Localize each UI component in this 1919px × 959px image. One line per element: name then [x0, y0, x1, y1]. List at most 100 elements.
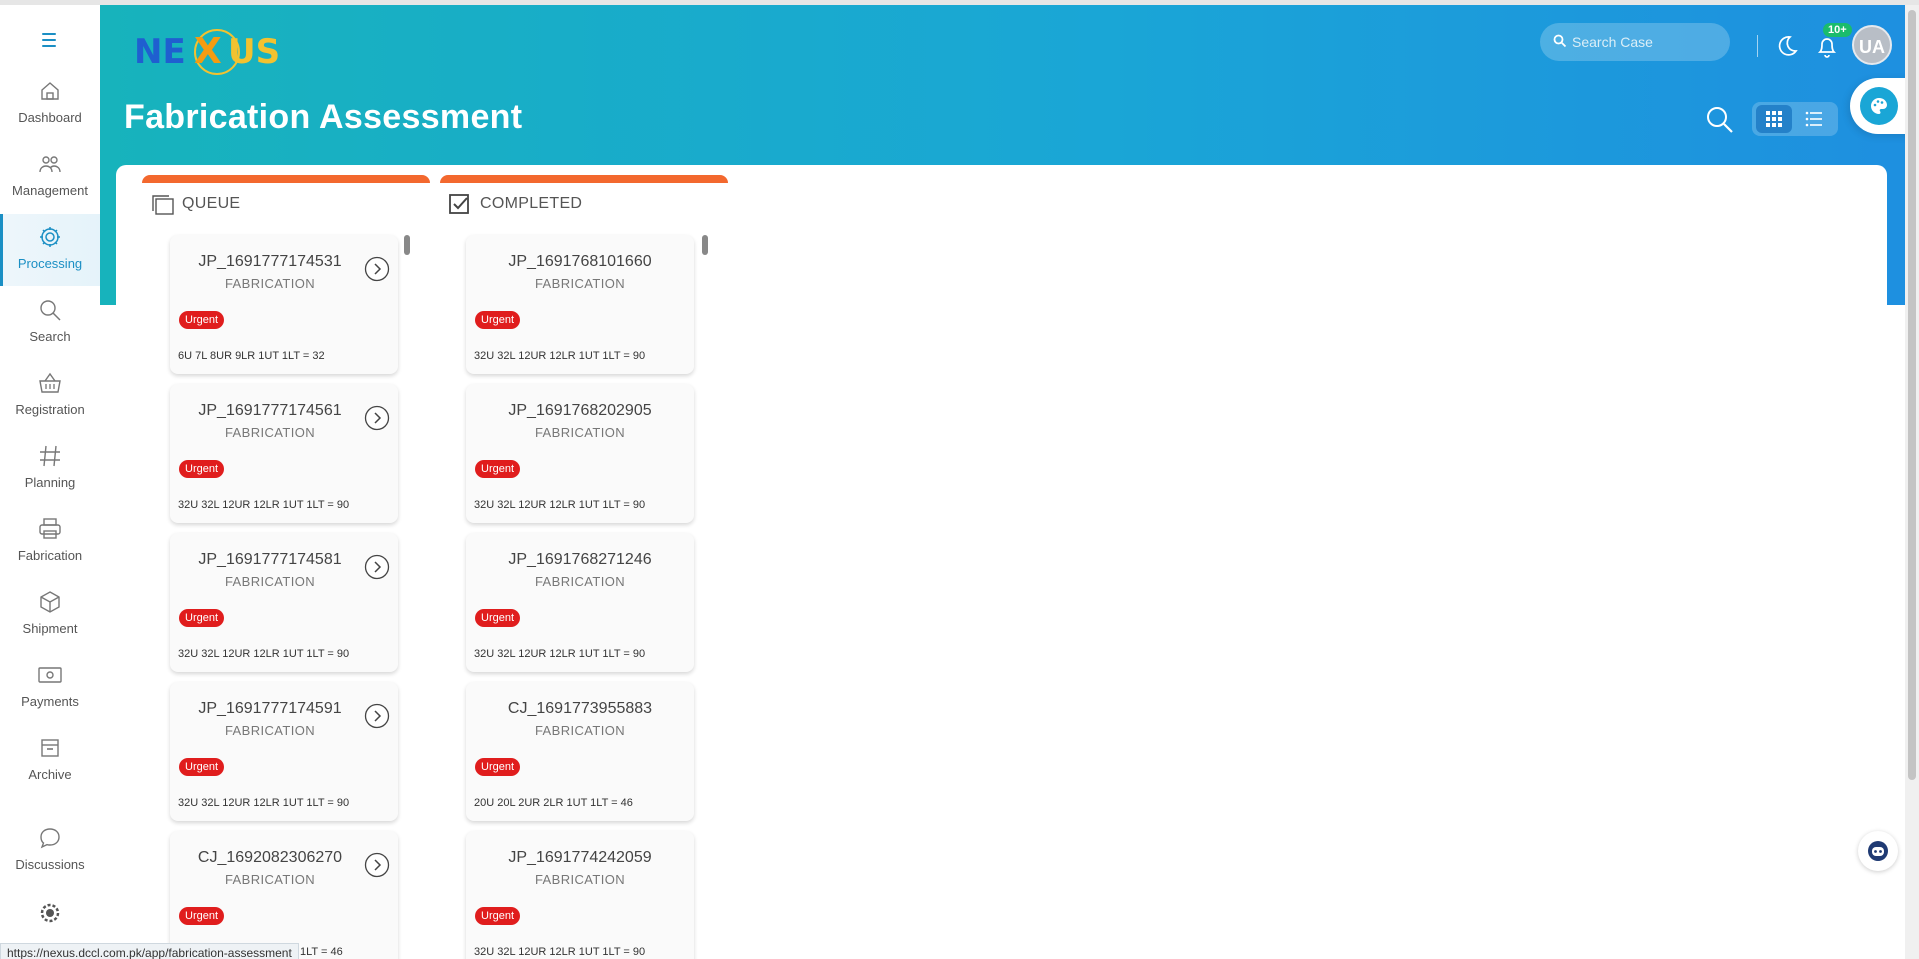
search-case-box[interactable] [1540, 23, 1730, 61]
urgent-badge: Urgent [179, 907, 225, 925]
header-divider [1757, 35, 1758, 57]
chevron-right-circle-icon[interactable] [364, 852, 390, 878]
case-id: JP_1691777174591 [198, 700, 342, 717]
completed-column: COMPLETED JP_1691768101660 FABRICATION Urg… [440, 175, 728, 959]
sidebar-item-management[interactable]: Management [0, 141, 100, 213]
nexus-logo[interactable]: NE X US [132, 19, 302, 79]
sidebar-item-label: Search [29, 329, 71, 344]
sidebar-item-registration[interactable]: Registration [0, 360, 100, 432]
case-type: FABRICATION [534, 574, 626, 589]
app-window: NE X US Fabrication Assessment 10+ UA QU… [0, 0, 1919, 959]
completed-case-card[interactable]: CJ_1691773955883 FABRICATION Urgent 20U 20L… [466, 682, 694, 821]
unit-summary: 32U 32L 12UR 12LR 1UT 1LT = 90 [474, 648, 646, 660]
unit-summary: 32U 32L 12UR 12LR 1UT 1LT = 90 [178, 499, 350, 511]
chevron-right-circle-icon[interactable] [364, 554, 390, 580]
queue-case-card[interactable]: JP_1691777174581 FABRICATION Urgent 32U 32L… [170, 533, 398, 672]
case-id: CJ_1691773955883 [507, 700, 653, 717]
sidebar-item-planning[interactable]: Planning [0, 433, 100, 505]
queue-scrollbar[interactable] [404, 235, 410, 255]
users-icon [39, 156, 61, 173]
grid-view-button[interactable] [1756, 105, 1792, 133]
chatbot-button[interactable] [1858, 831, 1898, 871]
sidebar-item-processing[interactable]: Processing [0, 214, 100, 286]
case-type: FABRICATION [224, 872, 316, 887]
completed-scrollbar[interactable] [702, 235, 708, 255]
printer-icon [39, 518, 61, 539]
chevron-right-circle-icon[interactable] [364, 405, 390, 431]
completed-case-card[interactable]: JP_1691768202905 FABRICATION Urgent 32U 32L… [466, 384, 694, 523]
view-toggle [1752, 102, 1838, 136]
palette-icon [1871, 98, 1887, 114]
case-id: JP_1691768101660 [508, 253, 652, 270]
svg-text:US: US [228, 32, 280, 72]
unit-summary: 32U 32L 12UR 12LR 1UT 1LT = 90 [178, 648, 350, 660]
case-id: JP_1691777174581 [198, 551, 342, 568]
case-type: FABRICATION [534, 872, 626, 887]
sidebar-item-label: Dashboard [18, 110, 82, 125]
dark-mode-moon-icon[interactable] [1774, 33, 1800, 59]
urgent-badge: Urgent [475, 758, 521, 776]
sidebar-item-payments[interactable]: Payments [0, 652, 100, 724]
search-icon [40, 300, 61, 321]
queue-case-card[interactable]: CJ_1692082306270 FABRICATION Urgent 1LT = 4… [170, 831, 398, 959]
completed-case-card[interactable]: JP_1691768271246 FABRICATION Urgent 32U 32L… [466, 533, 694, 672]
sidebar-item-shipment[interactable]: Shipment [0, 579, 100, 651]
list-view-button[interactable] [1796, 105, 1834, 133]
sidebar-item-fabrication[interactable]: Fabrication [0, 506, 100, 578]
unit-summary: 32U 32L 12UR 12LR 1UT 1LT = 90 [474, 499, 646, 511]
menu-hamburger-icon[interactable] [36, 29, 62, 49]
unit-summary: 32U 32L 12UR 12LR 1UT 1LT = 90 [178, 797, 350, 809]
sidebar-item-label: Processing [17, 256, 83, 271]
case-id: JP_1691768271246 [508, 551, 652, 568]
svg-text:NE: NE [134, 32, 186, 72]
page-title: Fabrication Assessment [124, 98, 523, 136]
checkbox-checked-icon [449, 194, 469, 214]
case-id: JP_1691777174531 [198, 253, 342, 270]
sidebar-item-archive[interactable]: Archive [0, 725, 100, 797]
queue-case-card[interactable]: JP_1691777174531 FABRICATION Urgent 6U 7L 8… [170, 235, 398, 374]
queue-case-card[interactable]: JP_1691777174591 FABRICATION Urgent 32U 32L… [170, 682, 398, 821]
completed-title: COMPLETED [480, 195, 583, 212]
urgent-badge: Urgent [179, 311, 225, 329]
search-icon [1553, 34, 1567, 48]
sidebar-item-label: Discussions [15, 857, 85, 872]
urgent-badge: Urgent [475, 460, 521, 478]
sidebar-item-settings[interactable] [0, 900, 100, 940]
completed-column-accent [440, 175, 728, 183]
case-id: JP_1691768202905 [508, 402, 652, 419]
completed-case-card[interactable]: JP_1691768101660 FABRICATION Urgent 32U 32L… [466, 235, 694, 374]
sidebar-item-search[interactable]: Search [0, 287, 100, 359]
sidebar-item-discussions[interactable]: Discussions [0, 815, 100, 887]
notification-badge: 10+ [1823, 23, 1852, 37]
chat-icon [40, 828, 60, 849]
search-case-input[interactable] [1572, 23, 1722, 61]
home-icon [41, 82, 59, 100]
chevron-right-circle-icon[interactable] [364, 703, 390, 729]
chevron-right-circle-icon[interactable] [364, 256, 390, 282]
user-avatar[interactable]: UA [1852, 25, 1892, 65]
svg-text:X: X [194, 31, 222, 72]
case-type: FABRICATION [534, 425, 626, 440]
archive-icon [41, 739, 59, 757]
unit-summary: 32U 32L 12UR 12LR 1UT 1LT = 90 [474, 350, 646, 362]
chatbot-icon [1868, 841, 1888, 861]
queue-case-card[interactable]: JP_1691777174561 FABRICATION Urgent 32U 32L… [170, 384, 398, 523]
status-bar-url: https://nexus.dccl.com.pk/app/fabricatio… [0, 943, 299, 959]
page-scrollbar[interactable] [1905, 5, 1919, 959]
completed-case-card[interactable]: JP_1691774242059 FABRICATION Urgent 32U 32L… [466, 831, 694, 959]
queue-title: QUEUE [182, 195, 241, 212]
sidebar-item-label: Shipment [22, 621, 78, 636]
sidebar-item-label: Registration [15, 402, 85, 417]
toolbar-search-icon[interactable] [1705, 105, 1735, 135]
queue-column-accent [142, 175, 430, 183]
urgent-badge: Urgent [179, 758, 225, 776]
case-type: FABRICATION [224, 276, 316, 291]
gear-icon [40, 227, 60, 247]
case-type: FABRICATION [534, 723, 626, 738]
sidebar-item-dashboard[interactable]: Dashboard [0, 68, 100, 140]
urgent-badge: Urgent [179, 609, 225, 627]
urgent-badge: Urgent [475, 311, 521, 329]
case-type: FABRICATION [224, 723, 316, 738]
settings-gear-icon [40, 903, 60, 923]
notification-bell-icon[interactable] [1813, 33, 1841, 61]
